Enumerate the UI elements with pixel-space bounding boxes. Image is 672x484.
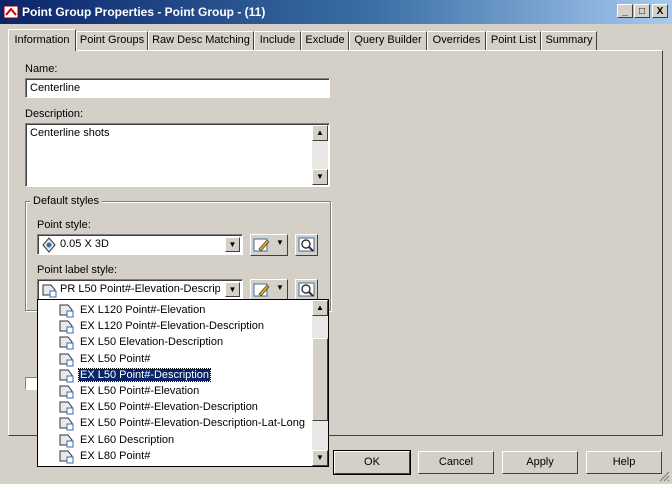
point-style-edit-button[interactable]: ▼ xyxy=(250,234,288,256)
label-style-dropdown-list[interactable]: ▲ ▼ EX L120 Point#-Elevation EX L120 Poin… xyxy=(37,299,329,467)
label-style-icon xyxy=(59,417,74,431)
dropdown-item[interactable]: EX L80 Point# xyxy=(38,448,312,464)
scroll-down-button[interactable]: ▼ xyxy=(312,450,328,466)
apply-button[interactable]: Apply xyxy=(502,451,578,474)
tab-exclude[interactable]: Exclude xyxy=(301,31,349,50)
cancel-button[interactable]: Cancel xyxy=(418,451,494,474)
point-style-label: Point style: xyxy=(37,219,91,231)
label-style-icon xyxy=(59,385,74,399)
chevron-down-icon[interactable]: ▼ xyxy=(225,282,240,297)
maximize-button[interactable]: □ xyxy=(634,4,650,18)
chevron-down-icon: ▼ xyxy=(276,238,284,247)
dropdown-item[interactable]: EX L50 Point#-Elevation xyxy=(38,383,312,399)
point-label-style-preview-button[interactable] xyxy=(295,279,318,301)
name-input[interactable]: Centerline xyxy=(25,78,330,98)
dropdown-item-label: EX L50 Point#-Elevation-Description xyxy=(80,401,258,414)
app-icon xyxy=(3,5,19,19)
label-style-icon xyxy=(58,464,74,467)
dropdown-item[interactable]: EX L50 Point# xyxy=(38,351,312,367)
point-label-style-combo[interactable]: PR L50 Point#-Elevation-Descripti ▼ xyxy=(37,279,243,300)
dropdown-item-label: EX L50 Point#-Elevation xyxy=(80,385,200,397)
tab-point-groups[interactable]: Point Groups xyxy=(76,31,148,50)
tab-query-builder[interactable]: Query Builder xyxy=(349,31,427,50)
tab-include[interactable]: Include xyxy=(254,31,301,50)
point-label-style-label: Point label style: xyxy=(37,264,118,276)
chevron-down-icon: ▼ xyxy=(276,283,284,292)
dropdown-item-label: EX L50 Point# xyxy=(80,352,151,365)
size-grip-icon[interactable] xyxy=(658,470,670,482)
dropdown-item[interactable]: EX L50 Point#-Elevation-Description-Lat-… xyxy=(38,415,312,431)
ok-button[interactable]: OK xyxy=(333,450,411,475)
dropdown-scrollbar[interactable]: ▲ ▼ xyxy=(312,300,328,466)
tab-information[interactable]: Information xyxy=(8,29,76,51)
name-label: Name: xyxy=(25,63,58,75)
dropdown-item[interactable]: EX L50 Elevation-Description xyxy=(38,334,312,350)
tab-overrides[interactable]: Overrides xyxy=(427,31,486,50)
label-style-icon xyxy=(59,401,74,415)
description-textarea[interactable]: Centerline shots ▲ ▼ xyxy=(25,123,330,187)
description-label: Description: xyxy=(25,108,84,120)
label-style-icon xyxy=(59,434,74,448)
dropdown-item-label: EX L50 Elevation-Description xyxy=(80,336,224,349)
point-style-preview-button[interactable] xyxy=(295,234,318,256)
label-style-icon xyxy=(59,369,74,383)
point-style-value: 0.05 X 3D xyxy=(60,238,109,250)
help-button[interactable]: Help xyxy=(586,451,662,474)
dropdown-item-label: EX L120 Point#-Elevation-Description xyxy=(80,320,265,333)
label-style-icon xyxy=(59,304,74,318)
label-style-icon xyxy=(59,336,74,350)
description-value: Centerline shots xyxy=(30,127,110,139)
dropdown-item-label: EX L50 Point#-Elevation-Description-Lat-… xyxy=(80,417,306,430)
scroll-down-button[interactable]: ▼ xyxy=(312,169,328,185)
close-button[interactable]: X xyxy=(652,4,668,18)
default-styles-title: Default styles xyxy=(30,195,103,207)
scroll-thumb[interactable] xyxy=(312,338,328,421)
scroll-up-button[interactable]: ▲ xyxy=(312,300,328,316)
description-scrollbar[interactable]: ▲ ▼ xyxy=(312,125,328,185)
point-label-style-edit-button[interactable]: ▼ xyxy=(250,279,288,301)
minimize-button[interactable]: _ xyxy=(617,4,633,18)
dropdown-item[interactable]: EX L50 Point#-Elevation-Description xyxy=(38,399,312,415)
edit-style-icon xyxy=(253,238,270,252)
label-style-icon xyxy=(59,450,74,464)
dropdown-item-label: EX L60 Description xyxy=(80,433,175,446)
title-bar: Point Group Properties - Point Group - (… xyxy=(0,0,672,24)
dropdown-item[interactable]: EX L120 Point#-Elevation-Description xyxy=(38,318,312,334)
name-value: Centerline xyxy=(30,82,81,94)
point-style-combo[interactable]: 0.05 X 3D ▼ xyxy=(37,234,243,255)
dropdown-item[interactable]: EX L120 Point#-Elevation xyxy=(38,302,312,318)
tab-point-list[interactable]: Point List xyxy=(486,31,541,50)
chevron-down-icon[interactable]: ▼ xyxy=(225,237,240,252)
dropdown-item-label: EX L120 Point#-Elevation xyxy=(80,304,206,316)
scroll-up-button[interactable]: ▲ xyxy=(312,125,328,141)
magnifier-icon xyxy=(298,237,315,252)
dropdown-item-label: EX L50 Point#-Description xyxy=(77,367,212,382)
window-title: Point Group Properties - Point Group - (… xyxy=(22,5,266,19)
label-style-icon xyxy=(59,353,74,367)
point-style-icon xyxy=(42,237,56,253)
edit-style-icon xyxy=(253,283,270,297)
tab-raw-desc-matching[interactable]: Raw Desc Matching xyxy=(148,31,254,50)
label-style-icon xyxy=(42,284,57,298)
dropdown-item-label: EX L80 Point# xyxy=(80,449,151,462)
label-style-icon xyxy=(59,320,74,334)
point-label-style-value: PR L50 Point#-Elevation-Descripti xyxy=(60,283,220,295)
dropdown-item[interactable]: EX L60 Description xyxy=(38,432,312,448)
tab-summary[interactable]: Summary xyxy=(541,31,597,50)
dropdown-item-label: EX L80 Point#-Description xyxy=(80,466,209,467)
dropdown-item[interactable]: EX L80 Point#-Description xyxy=(38,464,312,467)
magnifier-icon xyxy=(298,282,315,297)
dropdown-item[interactable]: EX L50 Point#-Description xyxy=(38,367,312,383)
